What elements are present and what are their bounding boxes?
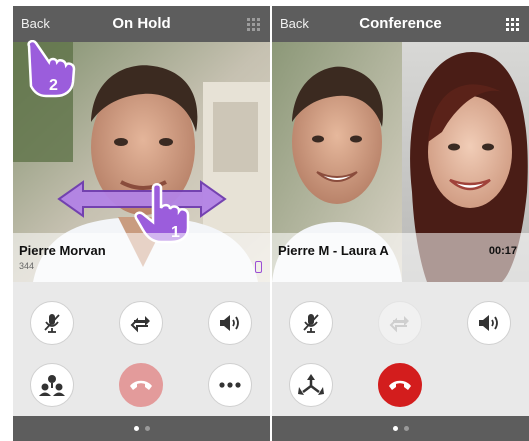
more-dots-icon xyxy=(219,382,241,388)
more-button[interactable] xyxy=(208,363,252,407)
speaker-button[interactable] xyxy=(208,301,252,345)
mute-button[interactable] xyxy=(30,301,74,345)
conference-screen: Back Conference Pierre M - Laura A 00:17 xyxy=(272,6,529,441)
call-duration: 00:17 xyxy=(488,245,517,257)
screen-title: Conference xyxy=(359,15,442,32)
page-dot-2[interactable] xyxy=(403,426,409,431)
swap-arrows-icon xyxy=(389,316,409,333)
conference-button[interactable] xyxy=(30,363,74,407)
dialpad-grid-icon[interactable] xyxy=(247,18,260,31)
swap-button-disabled xyxy=(378,301,422,345)
participants-label: Pierre M - Laura A xyxy=(278,243,389,258)
page-dots[interactable] xyxy=(133,426,150,431)
page-dot-1[interactable] xyxy=(392,426,398,431)
contact-name: Pierre Morvan xyxy=(19,243,106,258)
call-controls xyxy=(13,282,270,416)
microphone-muted-icon xyxy=(303,314,319,333)
caller-info-bar: Pierre Morvan 344 xyxy=(13,233,270,282)
conference-info-bar: Pierre M - Laura A 00:17 xyxy=(272,233,529,282)
dialpad-grid-icon[interactable] xyxy=(506,18,519,31)
speaker-icon xyxy=(220,315,239,331)
mobile-device-icon xyxy=(255,261,262,273)
header-bar: Back Conference xyxy=(272,6,529,42)
screen-title: On Hold xyxy=(112,15,171,32)
speaker-button[interactable] xyxy=(467,301,511,345)
page-dot-1[interactable] xyxy=(133,426,139,431)
page-dots[interactable] xyxy=(392,426,409,431)
screenshot-pair: Back On Hold Pierre Morvan 344 2 Back Co… xyxy=(0,0,529,441)
caller-photo[interactable]: 1 Pierre Morvan 344 xyxy=(13,42,270,282)
conference-people-icon xyxy=(39,375,65,396)
page-indicator-bar xyxy=(13,416,270,441)
microphone-muted-icon xyxy=(44,314,60,333)
header-bar: Back On Hold xyxy=(13,6,270,42)
hangup-button[interactable] xyxy=(119,363,163,407)
split-call-icon xyxy=(298,374,324,395)
page-indicator-bar xyxy=(272,416,529,441)
hangup-phone-icon xyxy=(130,380,152,390)
speaker-icon xyxy=(479,315,498,331)
mute-button[interactable] xyxy=(289,301,333,345)
conference-photos[interactable]: Pierre M - Laura A 00:17 xyxy=(272,42,529,282)
page-dot-2[interactable] xyxy=(144,426,150,431)
hangup-button[interactable] xyxy=(378,363,422,407)
call-controls xyxy=(272,282,529,416)
hangup-phone-icon xyxy=(389,380,411,390)
contact-number: 344 xyxy=(19,261,35,271)
swap-arrows-icon xyxy=(130,316,150,333)
split-button[interactable] xyxy=(289,363,333,407)
on-hold-screen: Back On Hold Pierre Morvan 344 2 xyxy=(13,6,270,441)
swap-button[interactable] xyxy=(119,301,163,345)
